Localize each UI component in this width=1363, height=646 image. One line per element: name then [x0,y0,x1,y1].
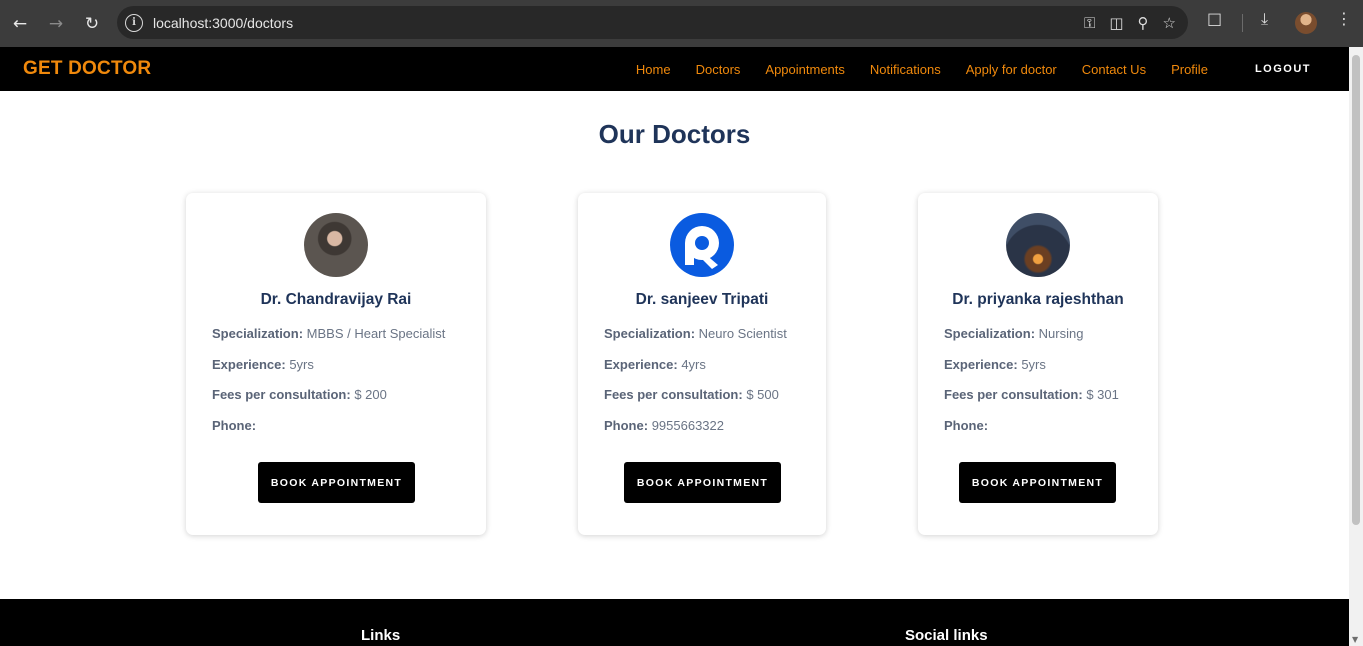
site-info-icon[interactable]: i [125,13,143,32]
doctor-avatar [1006,213,1070,277]
page-scrollbar[interactable]: ▼ [1349,47,1363,646]
doctor-name: Dr. sanjeev Tripati [635,291,769,308]
specialization-row: Specialization: Nursing [944,326,1083,341]
specialization-label: Specialization: [944,326,1036,341]
fees-row: Fees per consultation: $ 500 [604,387,779,402]
doctor-avatar [304,213,368,277]
phone-row: Phone: 9955663322 [604,418,724,433]
experience-row: Experience: 5yrs [212,357,314,372]
phone-label: Phone: [212,418,257,433]
experience-value: 5yrs [289,357,314,372]
site-navbar: GET DOCTOR Home Doctors Appointments Not… [0,47,1349,91]
toolbar-divider [1242,14,1243,32]
fees-row: Fees per consultation: $ 200 [212,387,387,402]
fees-value: $ 200 [354,387,387,402]
fees-value: $ 301 [1086,387,1119,402]
nav-contact-us[interactable]: Contact Us [1082,62,1146,77]
nav-apply-for-doctor[interactable]: Apply for doctor [966,62,1057,77]
specialization-row: Specialization: Neuro Scientist [604,326,787,341]
nav-home[interactable]: Home [636,62,671,77]
specialization-label: Specialization: [604,326,696,341]
doctor-name: Dr. priyanka rajeshthan [952,291,1124,308]
fees-row: Fees per consultation: $ 301 [944,387,1119,402]
experience-label: Experience: [604,357,678,372]
specialization-row: Specialization: MBBS / Heart Specialist [212,326,445,341]
nav-links: Home Doctors Appointments Notifications … [636,47,1349,91]
phone-label: Phone: [944,418,989,433]
password-key-icon[interactable]: ⚿ [1084,14,1095,32]
site-footer: Links Social links [0,599,1349,646]
footer-links-heading: Links [361,627,401,644]
back-icon[interactable]: ← [6,10,34,38]
install-app-icon[interactable]: ◫ [1109,14,1123,32]
book-appointment-button[interactable]: BOOK APPOINTMENT [959,462,1116,503]
fees-label: Fees per consultation: [944,387,1083,402]
scrollbar-thumb[interactable] [1352,55,1360,525]
specialization-value: MBBS / Heart Specialist [306,326,446,341]
logout-button[interactable]: LOGOUT [1255,63,1311,75]
nav-profile[interactable]: Profile [1171,62,1208,77]
doctor-name: Dr. Chandravijay Rai [260,291,412,308]
url-text[interactable]: localhost:3000/doctors [153,15,293,31]
r-logo-icon [685,226,719,269]
experience-value: 4yrs [681,357,706,372]
experience-value: 5yrs [1021,357,1046,372]
forward-icon[interactable]: → [42,10,70,38]
doctor-avatar [670,213,734,277]
menu-kebab-icon[interactable]: ⋮ [1336,9,1352,28]
fees-value: $ 500 [746,387,779,402]
book-appointment-button[interactable]: BOOK APPOINTMENT [258,462,415,503]
nav-appointments[interactable]: Appointments [765,62,845,77]
address-bar[interactable]: i localhost:3000/doctors ⚿ ◫ ⚲ ☆ [117,6,1188,39]
phone-row: Phone: [944,418,988,433]
download-icon[interactable]: ⤓ [1261,9,1268,29]
scroll-down-icon[interactable]: ▼ [1352,635,1358,644]
doctor-card: Dr. priyanka rajeshthan Specialization: … [918,193,1158,535]
doctor-card: Dr. Chandravijay Rai Specialization: MBB… [186,193,486,535]
experience-row: Experience: 5yrs [944,357,1046,372]
phone-row: Phone: [212,418,256,433]
experience-row: Experience: 4yrs [604,357,706,372]
specialization-value: Neuro Scientist [698,326,787,341]
extensions-icon[interactable]: □ [1207,9,1222,28]
fees-label: Fees per consultation: [604,387,743,402]
brand-logo[interactable]: GET DOCTOR [23,58,151,80]
browser-toolbar: ← → ↻ i localhost:3000/doctors ⚿ ◫ ⚲ ☆ □… [0,0,1363,47]
zoom-icon[interactable]: ⚲ [1138,14,1149,32]
phone-label: Phone: [604,418,649,433]
experience-label: Experience: [944,357,1018,372]
fees-label: Fees per consultation: [212,387,351,402]
specialization-value: Nursing [1038,326,1084,341]
page-title: Our Doctors [598,119,751,149]
book-appointment-button[interactable]: BOOK APPOINTMENT [624,462,781,503]
experience-label: Experience: [212,357,286,372]
nav-doctors[interactable]: Doctors [696,62,741,77]
specialization-label: Specialization: [212,326,304,341]
profile-avatar-icon[interactable] [1295,12,1317,34]
footer-social-heading: Social links [905,627,988,644]
bookmark-star-icon[interactable]: ☆ [1163,14,1176,32]
phone-value: 9955663322 [651,418,724,433]
nav-notifications[interactable]: Notifications [870,62,941,77]
reload-icon[interactable]: ↻ [78,10,106,38]
doctor-card: Dr. sanjeev Tripati Specialization: Neur… [578,193,826,535]
